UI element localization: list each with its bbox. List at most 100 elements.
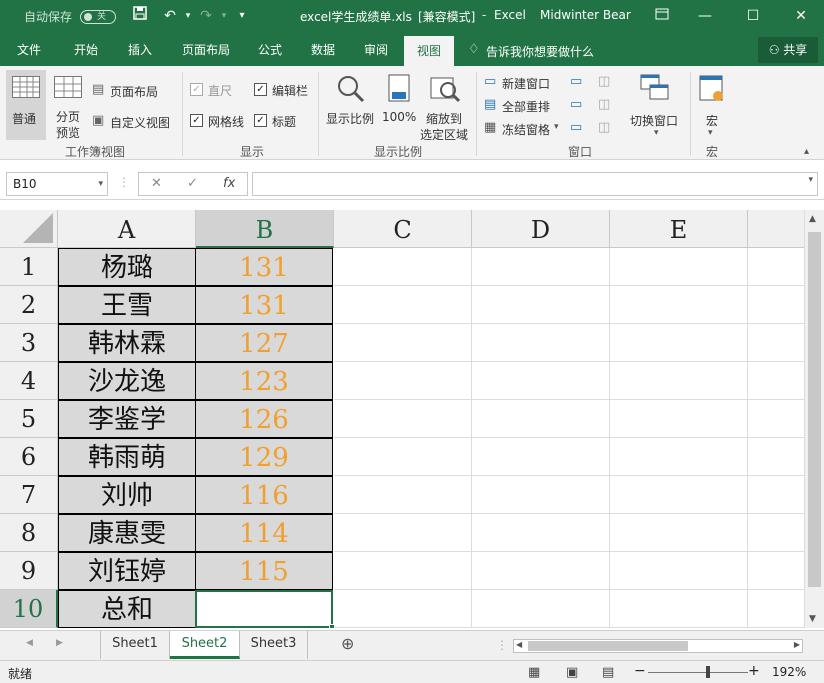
empty-cell[interactable]	[748, 286, 804, 324]
zoom-out-icon[interactable]: −	[634, 663, 646, 679]
autosave-toggle[interactable]: 关	[80, 10, 116, 24]
maximize-icon[interactable]: ☐	[730, 0, 776, 32]
normal-view-status-icon[interactable]: ▦	[528, 665, 540, 680]
empty-cell[interactable]	[472, 476, 610, 514]
empty-cell[interactable]	[748, 362, 804, 400]
gridlines-checkbox[interactable]: ✓	[190, 114, 203, 127]
horizontal-scroll-thumb[interactable]	[528, 641, 688, 651]
empty-cell[interactable]	[748, 400, 804, 438]
sync-scroll-icon[interactable]: ◫	[598, 97, 610, 112]
cell-score[interactable]: 131	[195, 286, 333, 324]
empty-cell[interactable]	[610, 362, 748, 400]
row-header[interactable]: 9	[0, 552, 58, 590]
row-header[interactable]: 7	[0, 476, 58, 514]
row-header[interactable]: 8	[0, 514, 58, 552]
cell-name[interactable]: 李鉴学	[58, 400, 196, 438]
empty-cell[interactable]	[610, 476, 748, 514]
add-sheet-icon[interactable]: ⊕	[341, 634, 354, 653]
cell-score[interactable]: 114	[195, 514, 333, 552]
horizontal-scrollbar[interactable]: ◀ ▶	[513, 639, 803, 653]
select-all-corner[interactable]	[0, 210, 58, 248]
row-header[interactable]: 6	[0, 438, 58, 476]
cell-name[interactable]: 刘钰婷	[58, 552, 196, 590]
empty-cell[interactable]	[334, 476, 472, 514]
column-header-f[interactable]	[748, 210, 804, 248]
empty-cell[interactable]	[472, 400, 610, 438]
zoom-100-button[interactable]: 100%	[380, 70, 418, 140]
switch-windows-button[interactable]: 切换窗口 ▾	[628, 70, 684, 140]
namebox-dropdown-icon[interactable]: ▾	[98, 173, 103, 195]
empty-cell[interactable]	[472, 590, 610, 628]
next-sheet-icon[interactable]: ▶	[56, 638, 63, 648]
tab-file[interactable]: 文件	[6, 34, 52, 66]
user-name[interactable]: Midwinter Bear	[540, 8, 631, 22]
tab-formulas[interactable]: 公式	[248, 34, 292, 66]
zoom-in-icon[interactable]: +	[748, 663, 760, 679]
insert-function-icon[interactable]: fx	[223, 176, 235, 191]
redo-dropdown-icon[interactable]: ▾	[214, 6, 234, 26]
vertical-scrollbar[interactable]: ▲ ▼	[804, 210, 824, 628]
cell-score[interactable]: 127	[195, 324, 333, 362]
empty-cell[interactable]	[748, 248, 804, 286]
empty-cell[interactable]	[334, 552, 472, 590]
cell-name[interactable]: 刘帅	[58, 476, 196, 514]
tab-page-layout[interactable]: 页面布局	[172, 34, 240, 66]
worksheet-grid[interactable]: A B C D E 1 杨璐 131 2 王雪 131 3 韩林霖 127 4 沙龙逸 123 5 李鉴学…	[0, 210, 804, 628]
prev-sheet-icon[interactable]: ◀	[26, 638, 33, 648]
cell-name[interactable]: 王雪	[58, 286, 196, 324]
row-header[interactable]: 10	[0, 590, 58, 628]
tab-home[interactable]: 开始	[62, 34, 110, 66]
empty-cell[interactable]	[472, 438, 610, 476]
page-layout-status-icon[interactable]: ▣	[566, 665, 578, 680]
tab-split-grip-icon[interactable]: ⋮	[496, 638, 508, 652]
tab-insert[interactable]: 插入	[116, 34, 164, 66]
column-header-c[interactable]: C	[334, 210, 472, 248]
cancel-icon[interactable]: ✕	[151, 176, 162, 191]
scroll-left-icon[interactable]: ◀	[516, 640, 522, 649]
empty-cell[interactable]	[610, 248, 748, 286]
zoom-slider-knob[interactable]	[706, 666, 710, 678]
active-cell-b10[interactable]	[195, 590, 333, 628]
cell-score[interactable]: 131	[195, 248, 333, 286]
empty-cell[interactable]	[472, 552, 610, 590]
empty-cell[interactable]	[748, 514, 804, 552]
row-header[interactable]: 4	[0, 362, 58, 400]
hide-icon[interactable]: ▭	[570, 97, 582, 112]
scroll-down-icon[interactable]: ▼	[809, 614, 816, 624]
empty-cell[interactable]	[334, 362, 472, 400]
split-icon[interactable]: ▭	[570, 74, 582, 89]
share-button[interactable]: ⚇ 共享	[758, 37, 818, 63]
empty-cell[interactable]	[748, 438, 804, 476]
unhide-icon[interactable]: ▭	[570, 120, 582, 135]
zoom-to-selection-button[interactable]: 缩放到 选定区域	[420, 70, 472, 142]
customize-qat-icon[interactable]: ▾	[232, 6, 252, 26]
empty-cell[interactable]	[472, 248, 610, 286]
empty-cell[interactable]	[610, 514, 748, 552]
tell-me-input[interactable]: 告诉我你想要做什么	[486, 43, 594, 60]
arrange-all-button[interactable]: 全部重排	[502, 98, 550, 115]
cell-name[interactable]: 韩雨萌	[58, 438, 196, 476]
cell-name[interactable]: 韩林霖	[58, 324, 196, 362]
empty-cell[interactable]	[334, 438, 472, 476]
empty-cell[interactable]	[610, 590, 748, 628]
row-header[interactable]: 2	[0, 286, 58, 324]
ribbon-display-icon[interactable]	[652, 6, 672, 26]
formula-bar-checkbox[interactable]: ✓	[254, 83, 267, 96]
empty-cell[interactable]	[610, 286, 748, 324]
tab-review[interactable]: 审阅	[354, 34, 398, 66]
cell-name[interactable]: 杨璐	[58, 248, 196, 286]
column-header-d[interactable]: D	[472, 210, 610, 248]
empty-cell[interactable]	[748, 476, 804, 514]
row-header[interactable]: 3	[0, 324, 58, 362]
empty-cell[interactable]	[334, 514, 472, 552]
empty-cell[interactable]	[334, 400, 472, 438]
empty-cell[interactable]	[472, 514, 610, 552]
empty-cell[interactable]	[748, 324, 804, 362]
custom-views-button[interactable]: 自定义视图	[110, 114, 170, 131]
sheet-tab-1[interactable]: Sheet1	[100, 631, 170, 659]
cell-name[interactable]: 沙龙逸	[58, 362, 196, 400]
page-break-icon[interactable]	[54, 76, 82, 98]
undo-icon[interactable]: ↶	[160, 6, 180, 26]
tab-data[interactable]: 数据	[300, 34, 346, 66]
empty-cell[interactable]	[472, 324, 610, 362]
